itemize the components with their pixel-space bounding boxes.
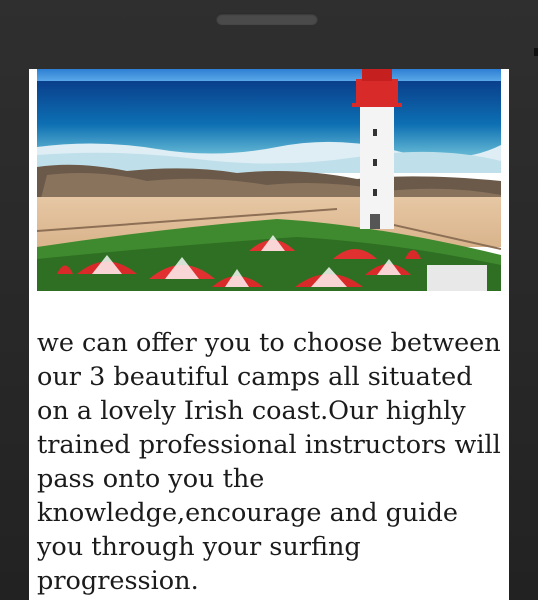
lighthouse-beach-photo: [37, 69, 501, 291]
phone-frame: we can offer you to choose between our 3…: [0, 0, 538, 600]
hero-image: [37, 69, 501, 291]
screen[interactable]: we can offer you to choose between our 3…: [29, 69, 509, 600]
speaker-grille: [216, 13, 318, 25]
intro-paragraph: we can offer you to choose between our 3…: [37, 328, 501, 596]
side-button: [534, 48, 538, 56]
